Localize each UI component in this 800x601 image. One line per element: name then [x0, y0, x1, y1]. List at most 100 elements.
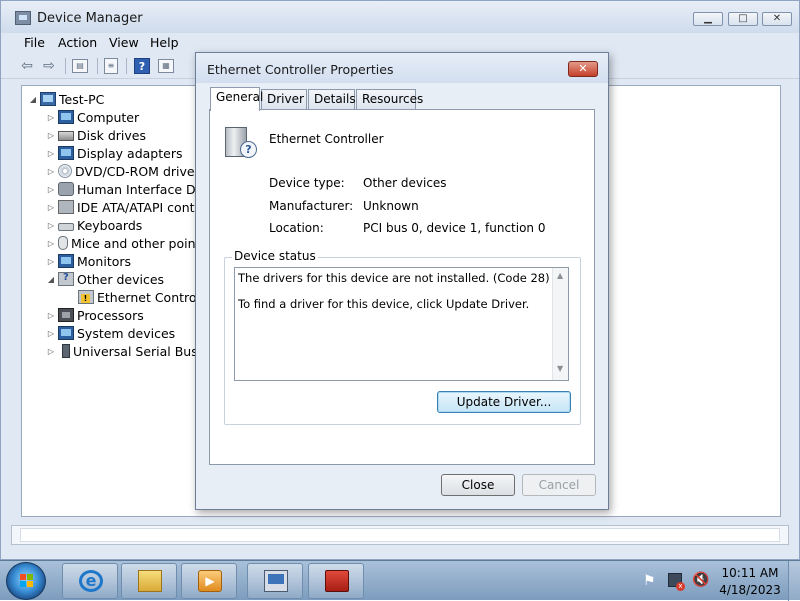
tree-root[interactable]: ◢ Test-PC [28, 90, 104, 108]
dialog-titlebar[interactable]: Ethernet Controller Properties ✕ [196, 53, 608, 83]
expand-triangle-icon[interactable]: ▷ [46, 221, 56, 230]
tree-item-label: Disk drives [77, 127, 146, 143]
taskbar-device-manager[interactable] [247, 563, 303, 599]
grid-view-icon[interactable]: ▦ [158, 59, 174, 73]
tree-item-dvd-drives[interactable]: ▷ DVD/CD-ROM drives [46, 162, 201, 180]
tree-item-label: Other devices [77, 271, 165, 287]
forward-arrow-icon[interactable]: ⇨ [40, 57, 58, 75]
status-scrollbar[interactable]: ▲ ▼ [552, 268, 568, 380]
tree-item-computer[interactable]: ▷ Computer [46, 108, 139, 126]
processor-icon [58, 308, 74, 322]
expand-triangle-icon[interactable]: ▷ [46, 185, 56, 194]
taskbar-internet-explorer[interactable]: e [62, 563, 118, 599]
expand-triangle-icon[interactable]: ▷ [46, 203, 56, 212]
tree-item-disk-drives[interactable]: ▷ Disk drives [46, 126, 146, 144]
status-bar [11, 525, 789, 545]
collapse-triangle-icon[interactable]: ◢ [46, 275, 56, 284]
back-arrow-icon[interactable]: ⇦ [18, 57, 36, 75]
action-center-flag-icon[interactable]: ⚑ [643, 573, 656, 589]
close-window-button[interactable]: ✕ [762, 12, 792, 26]
expand-triangle-icon[interactable]: ▷ [46, 131, 56, 140]
clock-date[interactable]: 4/18/2023 [718, 583, 782, 597]
start-button[interactable] [6, 562, 46, 600]
taskbar-media-player[interactable]: ▶ [181, 563, 237, 599]
maximize-button[interactable]: □ [728, 12, 758, 26]
tree-item-ethernet-controller[interactable]: Ethernet Controlle [66, 288, 211, 306]
scroll-down-arrow-icon[interactable]: ▼ [557, 364, 563, 373]
tab-driver[interactable]: Driver [261, 89, 307, 109]
tab-general[interactable]: General [210, 87, 263, 111]
tree-item-monitors[interactable]: ▷ Monitors [46, 252, 131, 270]
device-status-legend: Device status [232, 249, 318, 263]
menu-help[interactable]: Help [150, 35, 179, 50]
tree-view-icon[interactable]: ▤ [72, 59, 88, 73]
collapse-triangle-icon[interactable]: ◢ [28, 95, 38, 104]
expand-triangle-icon[interactable]: ▷ [46, 311, 56, 320]
tree-item-usb-controllers[interactable]: ▷ Universal Serial Bus co [46, 342, 216, 360]
tree-root-label: Test-PC [59, 91, 105, 107]
mouse-icon [58, 236, 68, 250]
location-value: PCI bus 0, device 1, function 0 [363, 221, 546, 235]
expand-triangle-icon[interactable]: ▷ [46, 329, 56, 338]
tree-item-label: Processors [77, 307, 144, 323]
tree-item-mice[interactable]: ▷ Mice and other pointi [46, 234, 204, 252]
disk-drive-icon [58, 131, 74, 141]
computer-icon [40, 92, 56, 106]
expand-triangle-icon[interactable]: ▷ [46, 239, 56, 248]
toolbox-icon [325, 570, 349, 592]
toolbar-separator [97, 58, 98, 74]
help-icon[interactable]: ? [134, 58, 150, 74]
warning-device-icon [78, 290, 94, 304]
expand-triangle-icon[interactable]: ▷ [46, 347, 56, 356]
tree-item-label: Human Interface Devi [77, 181, 215, 197]
expand-triangle-icon[interactable]: ▷ [46, 257, 56, 266]
tree-item-keyboards[interactable]: ▷ Keyboards [46, 216, 142, 234]
tab-details[interactable]: Details [308, 89, 356, 109]
network-disconnected-icon[interactable] [668, 573, 685, 591]
menu-action[interactable]: Action [58, 35, 97, 50]
display-adapter-icon [58, 146, 74, 160]
manufacturer-label: Manufacturer: [269, 199, 354, 213]
device-status-textbox[interactable]: The drivers for this device are not inst… [234, 267, 569, 381]
toolbar-separator [126, 58, 127, 74]
tree-item-hid[interactable]: ▷ Human Interface Devi [46, 180, 214, 198]
general-tab-panel: ? Ethernet Controller Device type: Other… [209, 109, 595, 465]
menu-file[interactable]: File [24, 35, 45, 50]
taskbar-toolbox[interactable] [308, 563, 364, 599]
expand-triangle-icon[interactable]: ▷ [46, 149, 56, 158]
toolbar-separator [65, 58, 66, 74]
menu-view[interactable]: View [109, 35, 139, 50]
device-type-label: Device type: [269, 176, 345, 190]
tree-item-processors[interactable]: ▷ Processors [46, 306, 144, 324]
tree-item-ide-controllers[interactable]: ▷ IDE ATA/ATAPI contro [46, 198, 207, 216]
volume-muted-icon[interactable]: 🔇 [692, 572, 709, 588]
cancel-button[interactable]: Cancel [522, 474, 596, 496]
taskbar: e ▶ ⚑ 🔇 10:11 AM 4/18/2023 [0, 560, 800, 601]
device-manager-titlebar[interactable]: Device Manager ▁ □ ✕ [1, 1, 799, 33]
clock-time[interactable]: 10:11 AM [718, 566, 782, 580]
expand-triangle-icon[interactable]: ▷ [46, 113, 56, 122]
properties-dialog: Ethernet Controller Properties ✕ General… [195, 52, 609, 510]
properties-icon[interactable]: ≡ [104, 58, 118, 74]
scroll-up-arrow-icon[interactable]: ▲ [557, 271, 563, 280]
tab-resources[interactable]: Resources [356, 89, 423, 109]
taskbar-windows-explorer[interactable] [121, 563, 177, 599]
update-driver-button[interactable]: Update Driver... [437, 391, 571, 413]
monitor-icon [58, 254, 74, 268]
tree-item-display-adapters[interactable]: ▷ Display adapters [46, 144, 183, 162]
system-device-icon [58, 326, 74, 340]
ide-controller-icon [58, 200, 74, 214]
tree-item-label: DVD/CD-ROM drives [75, 163, 202, 179]
tree-item-label: Keyboards [77, 217, 143, 233]
expand-triangle-icon[interactable]: ▷ [46, 167, 56, 176]
device-type-value: Other devices [363, 176, 447, 190]
tree-item-label: Monitors [77, 253, 132, 269]
dialog-title: Ethernet Controller Properties [207, 62, 394, 77]
dialog-close-button[interactable]: ✕ [568, 61, 598, 77]
minimize-button[interactable]: ▁ [693, 12, 723, 26]
show-desktop-button[interactable] [788, 561, 800, 601]
close-button[interactable]: Close [441, 474, 515, 496]
tree-item-other-devices[interactable]: ◢ Other devices [46, 270, 164, 288]
status-message-line: To find a driver for this device, click … [238, 297, 530, 311]
tree-item-system-devices[interactable]: ▷ System devices [46, 324, 175, 342]
